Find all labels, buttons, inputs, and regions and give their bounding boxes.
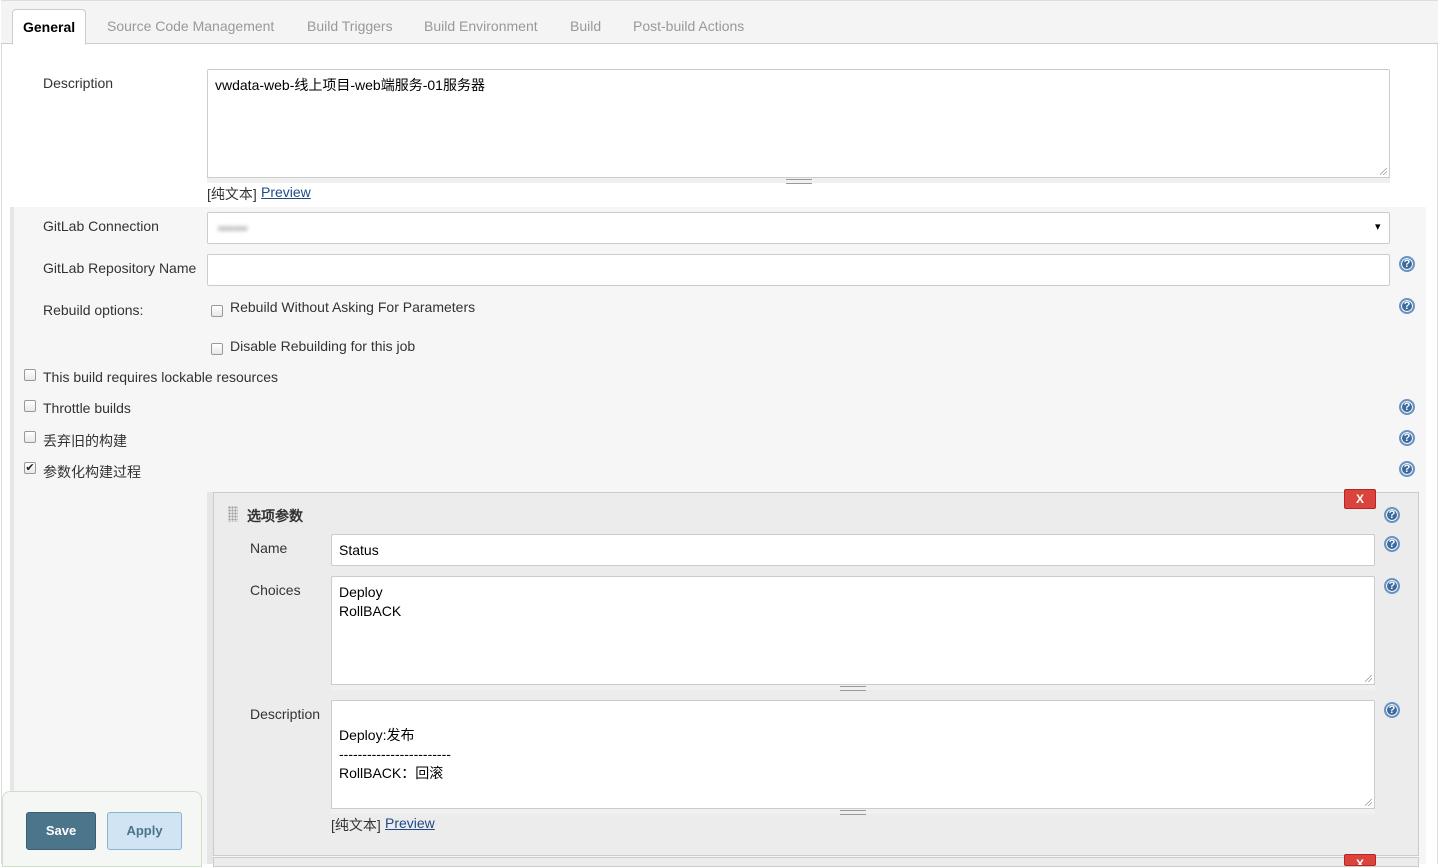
help-icon[interactable]: ? <box>1399 430 1415 446</box>
rebuild-options-label: Rebuild options: <box>43 302 144 318</box>
param-plain-text-label: [纯文本] <box>331 817 381 833</box>
tab-source-code-management[interactable]: Source Code Management <box>97 9 284 44</box>
description-resize-grip[interactable] <box>207 177 1390 184</box>
parameter-title: 选项参数 <box>247 508 303 524</box>
next-delete-parameter-button[interactable]: X <box>1344 854 1376 866</box>
help-icon[interactable]: ? <box>1399 461 1415 477</box>
chevron-down-icon[interactable]: ▾ <box>1375 220 1381 233</box>
gitlab-connection-select[interactable]: •••••• <box>207 212 1390 244</box>
help-icon[interactable]: ? <box>1399 256 1415 272</box>
help-icon[interactable]: ? <box>1384 702 1400 718</box>
param-name-input[interactable] <box>331 534 1375 566</box>
param-description-textarea[interactable] <box>331 700 1375 809</box>
help-icon[interactable]: ? <box>1384 536 1400 552</box>
save-button[interactable]: Save <box>26 812 96 850</box>
parameterized-build-label: 参数化构建过程 <box>43 464 141 480</box>
plain-text-label: [纯文本] <box>207 186 257 202</box>
param-description-preview-link[interactable]: Preview <box>385 815 435 831</box>
tab-build-triggers[interactable]: Build Triggers <box>297 9 403 44</box>
parameterized-build-checkbox[interactable]: ✔ <box>24 462 36 474</box>
tab-general[interactable]: General <box>12 9 87 45</box>
throttle-builds-checkbox[interactable] <box>24 400 36 412</box>
disable-rebuilding-label: Disable Rebuilding for this job <box>230 338 416 354</box>
description-textarea[interactable] <box>207 69 1390 178</box>
help-icon[interactable]: ? <box>1384 507 1400 523</box>
discard-old-builds-label: 丢弃旧的构建 <box>43 433 127 449</box>
description-label: Description <box>43 75 114 91</box>
param-description-resize-grip[interactable] <box>331 808 1375 815</box>
lockable-resources-checkbox[interactable] <box>24 369 36 381</box>
tab-post-build-actions[interactable]: Post-build Actions <box>623 9 754 44</box>
throttle-builds-label: Throttle builds <box>43 400 131 416</box>
next-parameter-block <box>213 857 1419 867</box>
apply-button[interactable]: Apply <box>107 812 182 850</box>
tab-build-environment[interactable]: Build Environment <box>414 9 548 44</box>
help-icon[interactable]: ? <box>1384 578 1400 594</box>
param-choices-label: Choices <box>250 582 301 598</box>
gitlab-repo-label: GitLab Repository Name <box>43 260 197 276</box>
resize-corner-icon[interactable] <box>1380 168 1388 176</box>
param-name-label: Name <box>250 540 288 556</box>
help-icon[interactable]: ? <box>1399 399 1415 415</box>
rebuild-without-asking-checkbox[interactable] <box>211 305 223 317</box>
gitlab-repo-input[interactable] <box>207 254 1390 286</box>
param-description-label: Description <box>250 706 321 722</box>
help-icon[interactable]: ? <box>1399 298 1415 314</box>
rebuild-without-asking-label: Rebuild Without Asking For Parameters <box>230 299 476 315</box>
choices-resize-grip[interactable] <box>331 684 1375 691</box>
resize-corner-icon[interactable] <box>1365 799 1373 807</box>
tab-build[interactable]: Build <box>560 9 611 44</box>
drag-handle-icon[interactable] <box>228 506 238 522</box>
lockable-resources-label: This build requires lockable resources <box>43 369 278 385</box>
discard-old-builds-checkbox[interactable] <box>24 431 36 443</box>
delete-parameter-button[interactable]: X <box>1344 489 1376 509</box>
description-preview-link[interactable]: Preview <box>261 184 311 200</box>
resize-corner-icon[interactable] <box>1365 675 1373 683</box>
gitlab-connection-value: •••••• <box>218 220 248 236</box>
gitlab-connection-label: GitLab Connection <box>43 218 159 234</box>
disable-rebuilding-checkbox[interactable] <box>211 343 223 355</box>
param-choices-textarea[interactable] <box>331 576 1375 685</box>
